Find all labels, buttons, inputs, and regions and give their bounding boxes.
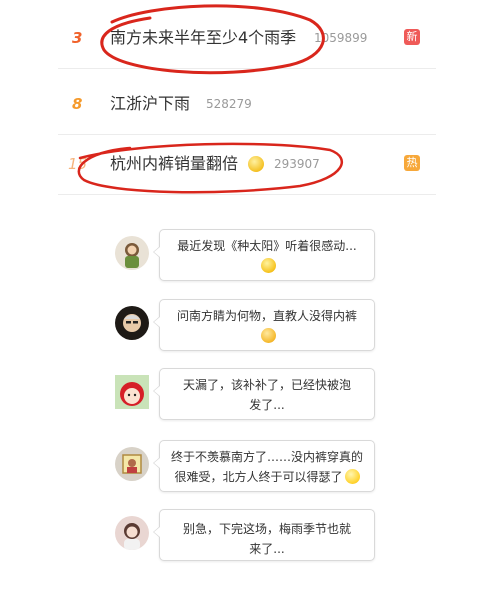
avatar[interactable] — [115, 306, 149, 340]
crying-emoji-icon — [248, 156, 264, 172]
comment-bubble: 最近发现《种太阳》听着很感动... — [153, 229, 375, 281]
rank-number: 15 — [68, 155, 88, 173]
hot-badge: 热 — [404, 155, 420, 171]
hot-search-title[interactable]: 杭州内裤销量翻倍 — [110, 134, 238, 194]
comment-bubble: 天漏了，该补补了，已经快被泡发了... — [153, 368, 375, 420]
rank-number: 3 — [72, 29, 83, 47]
comment-item: 别急，下完这场，梅雨季节也就来了... — [113, 509, 379, 565]
avatar[interactable] — [115, 516, 149, 550]
tear-emoji-icon — [260, 258, 276, 273]
hot-search-count: 293907 — [274, 157, 320, 171]
comment-bubble: 问南方睛为何物，直教人没得内裤 — [153, 299, 375, 351]
comment-item: 最近发现《种太阳》听着很感动... — [113, 229, 379, 285]
hot-search-row[interactable]: 15 杭州内裤销量翻倍 293907 热 — [58, 134, 436, 195]
hot-search-title[interactable]: 南方未来半年至少4个雨季 — [110, 8, 296, 68]
avatar[interactable] — [115, 236, 149, 270]
comment-text: 问南方睛为何物，直教人没得内裤 — [176, 309, 357, 323]
hot-search-title[interactable]: 江浙沪下雨 — [110, 74, 190, 134]
new-badge: 新 — [404, 29, 420, 45]
hot-search-row[interactable]: 3 南方未来半年至少4个雨季 1059899 新 — [58, 8, 436, 69]
laughing-emoji-icon — [344, 469, 360, 484]
hot-search-row[interactable]: 8 江浙沪下雨 528279 — [58, 74, 436, 135]
comment-text: 天漏了，该补补了，已经快被泡发了... — [182, 378, 351, 412]
comment-item: 问南方睛为何物，直教人没得内裤 — [113, 299, 379, 355]
comment-bubble: 终于不羡慕南方了……没内裤穿真的 很难受，北方人终于可以得瑟了 — [153, 440, 375, 492]
comment-bubble: 别急，下完这场，梅雨季节也就来了... — [153, 509, 375, 561]
grin-emoji-icon — [260, 328, 276, 343]
comment-text: 别急，下完这场，梅雨季节也就来了... — [182, 522, 351, 556]
comment-item: 终于不羡慕南方了……没内裤穿真的 很难受，北方人终于可以得瑟了 — [113, 440, 379, 496]
comment-item: 天漏了，该补补了，已经快被泡发了... — [113, 368, 379, 424]
avatar[interactable] — [115, 447, 149, 481]
hot-search-count: 528279 — [206, 97, 252, 111]
hot-search-list: 3 南方未来半年至少4个雨季 1059899 新 8 江浙沪下雨 528279 … — [58, 0, 436, 200]
rank-number: 8 — [72, 95, 83, 113]
comment-text: 最近发现《种太阳》听着很感动... — [177, 239, 357, 253]
comment-text-line1: 终于不羡慕南方了……没内裤穿真的 — [170, 450, 363, 464]
avatar[interactable] — [115, 375, 149, 409]
comment-text-line2: 很难受，北方人终于可以得瑟了 — [174, 470, 343, 484]
hot-search-count: 1059899 — [314, 31, 368, 45]
